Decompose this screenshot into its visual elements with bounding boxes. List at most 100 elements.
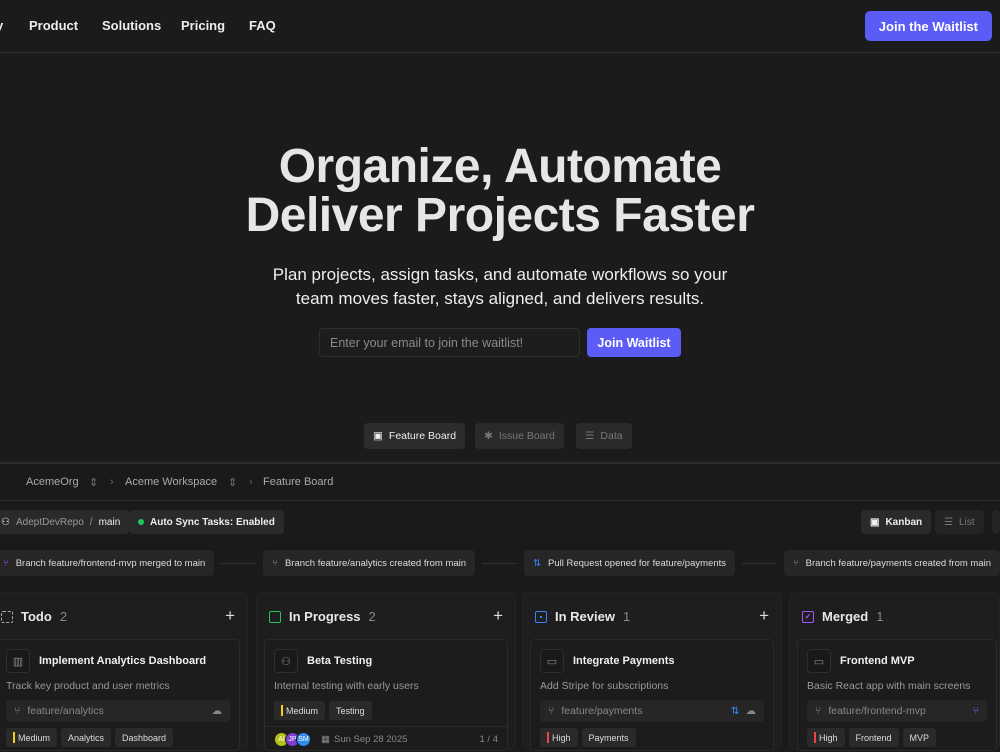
in-review-status-icon: [535, 610, 547, 623]
tab-label: Data: [600, 430, 623, 442]
add-card-button[interactable]: +: [493, 606, 503, 626]
chevron-updown-icon[interactable]: ⇕: [89, 476, 98, 489]
tab-label: Feature Board: [388, 430, 457, 442]
event-merged: ⑂ Branch feature/frontend-mvp merged to m…: [0, 550, 215, 576]
auto-sync-badge[interactable]: Auto Sync Tasks: Enabled: [129, 510, 284, 534]
priority-tag: High: [540, 728, 578, 747]
nav-item-product[interactable]: Product: [29, 18, 78, 33]
calendar-icon: ▦: [321, 734, 330, 745]
top-nav: y Product Solutions Pricing FAQ Join the…: [0, 0, 1000, 53]
priority-tag: Medium: [274, 701, 326, 720]
cloud-sync-icon: ☁: [745, 705, 757, 717]
card-description: Track key product and user metrics: [6, 680, 170, 692]
priority-tag: Medium: [6, 728, 58, 747]
card-description: Add Stripe for subscriptions: [540, 680, 669, 692]
add-card-button[interactable]: +: [759, 606, 769, 626]
merge-icon: ⑂: [972, 705, 979, 717]
repo-button[interactable]: ⚇ AdeptDevRepo / main: [0, 510, 130, 534]
users-icon: ⚇: [274, 649, 298, 673]
branch-plus-icon: ⑂: [272, 557, 278, 569]
merged-status-icon: ✓: [802, 610, 814, 623]
branch-field[interactable]: ⑂ feature/analytics ☁: [6, 700, 230, 722]
join-waitlist-nav-button[interactable]: Join the Waitlist: [864, 11, 992, 41]
label-tag: Testing: [329, 701, 372, 720]
git-branch-icon: ⑂: [14, 705, 21, 717]
label-tag: Analytics: [61, 728, 112, 747]
database-icon: ☰: [585, 430, 595, 442]
divider: [0, 500, 1000, 501]
card-footer: AI JP SM ▦ Sun Sep 28 2025 1 / 4: [265, 726, 507, 752]
cloud-sync-icon: ☁: [211, 705, 223, 717]
activity-timeline: ⑂ Branch feature/frontend-mvp merged to m…: [0, 550, 1000, 576]
task-card[interactable]: ⚇ Beta Testing Internal testing with ear…: [264, 639, 508, 751]
column-title: In Review: [555, 609, 615, 624]
event-text: Pull Request opened for feature/payments: [548, 557, 726, 569]
view-list-button[interactable]: ☰ List: [935, 510, 984, 534]
nav-item-partial[interactable]: y: [0, 18, 3, 33]
view-more-button[interactable]: [992, 510, 1000, 534]
event-branch-created: ⑂ Branch feature/analytics created from m…: [263, 550, 476, 576]
tab-data[interactable]: ☰ Data: [576, 423, 632, 449]
bug-icon: ✱: [484, 430, 493, 442]
tab-issue-board[interactable]: ✱ Issue Board: [475, 423, 564, 449]
connector: [742, 562, 777, 564]
task-card[interactable]: ▭ Frontend MVP Basic React app with main…: [797, 639, 997, 751]
branch-name: feature/frontend-mvp: [828, 705, 926, 717]
subtask-progress: 1 / 4: [479, 734, 499, 745]
board-preview: AcemeOrg ⇕ › Aceme Workspace ⇕ › Feature…: [0, 462, 1000, 751]
view-label: Kanban: [885, 516, 923, 528]
event-pull-request: ⇅ Pull Request opened for feature/payment…: [524, 550, 735, 576]
subtitle-line2: team moves faster, stays aligned, and de…: [295, 289, 705, 308]
join-waitlist-button[interactable]: Join Waitlist: [587, 328, 681, 357]
email-input[interactable]: [319, 328, 580, 357]
column-merged: ✓ Merged 1 ▭ Frontend MVP Basic React app …: [789, 592, 1000, 751]
nav-item-solutions[interactable]: Solutions: [102, 18, 161, 33]
branch-name: feature/payments: [561, 705, 643, 717]
credit-card-icon: ▭: [540, 649, 564, 673]
in-progress-status-icon: [269, 610, 281, 623]
column-count: 2: [368, 609, 376, 624]
connector: [221, 562, 257, 564]
connector: [482, 562, 518, 564]
nav-item-faq[interactable]: FAQ: [249, 18, 276, 33]
breadcrumb-workspace[interactable]: Aceme Workspace: [125, 476, 217, 488]
list-icon: ☰: [944, 516, 953, 528]
monitor-icon: ▭: [807, 649, 831, 673]
column-count: 2: [59, 609, 68, 624]
column-count: 1: [876, 609, 884, 624]
bar-chart-icon: ▥: [6, 649, 30, 673]
breadcrumb-board[interactable]: Feature Board: [263, 476, 333, 488]
card-title: Implement Analytics Dashboard: [39, 655, 207, 667]
task-card[interactable]: ▭ Integrate Payments Add Stripe for subs…: [530, 639, 774, 751]
git-branch-icon: ⑂: [548, 705, 555, 717]
avatar: SM: [296, 732, 311, 747]
breadcrumb-org[interactable]: AcemeOrg: [26, 476, 79, 488]
status-dot-icon: [138, 519, 144, 525]
tab-label: Issue Board: [498, 430, 555, 442]
add-card-button[interactable]: +: [225, 606, 235, 626]
branch-plus-icon: ⑂: [792, 557, 799, 569]
event-branch-created: ⑂ Branch feature/payments created from ma…: [783, 550, 1000, 576]
hero-title-line1: Organize, Automate: [278, 140, 722, 193]
chevron-updown-icon[interactable]: ⇕: [228, 476, 237, 489]
tab-feature-board[interactable]: ▣ Feature Board: [364, 423, 466, 449]
task-card[interactable]: ▥ Implement Analytics Dashboard Track ke…: [0, 639, 240, 751]
github-icon: ⚇: [1, 516, 10, 528]
due-date: Sun Sep 28 2025: [333, 734, 408, 745]
event-text: Branch feature/payments created from mai…: [805, 557, 992, 569]
column-in-review: In Review 1 + ▭ Integrate Payments Add St…: [522, 592, 782, 751]
column-in-progress: In Progress 2 + ⚇ Beta Testing Internal t…: [256, 592, 516, 751]
label-tag: MVP: [902, 728, 937, 747]
repo-branch: main: [98, 516, 121, 528]
card-title: Integrate Payments: [573, 655, 675, 667]
view-kanban-button[interactable]: ▣ Kanban: [861, 510, 932, 534]
chevron-right-icon: ›: [110, 476, 114, 488]
sync-label: Auto Sync Tasks: Enabled: [150, 516, 275, 528]
nav-item-pricing[interactable]: Pricing: [181, 18, 225, 33]
branch-field[interactable]: ⑂ feature/payments ⇅ ☁: [540, 700, 764, 722]
view-label: List: [958, 516, 975, 528]
card-description: Internal testing with early users: [274, 680, 419, 692]
branch-name: feature/analytics: [27, 705, 104, 717]
branch-field[interactable]: ⑂ feature/frontend-mvp ⑂: [807, 700, 987, 722]
todo-status-icon: [1, 610, 13, 623]
